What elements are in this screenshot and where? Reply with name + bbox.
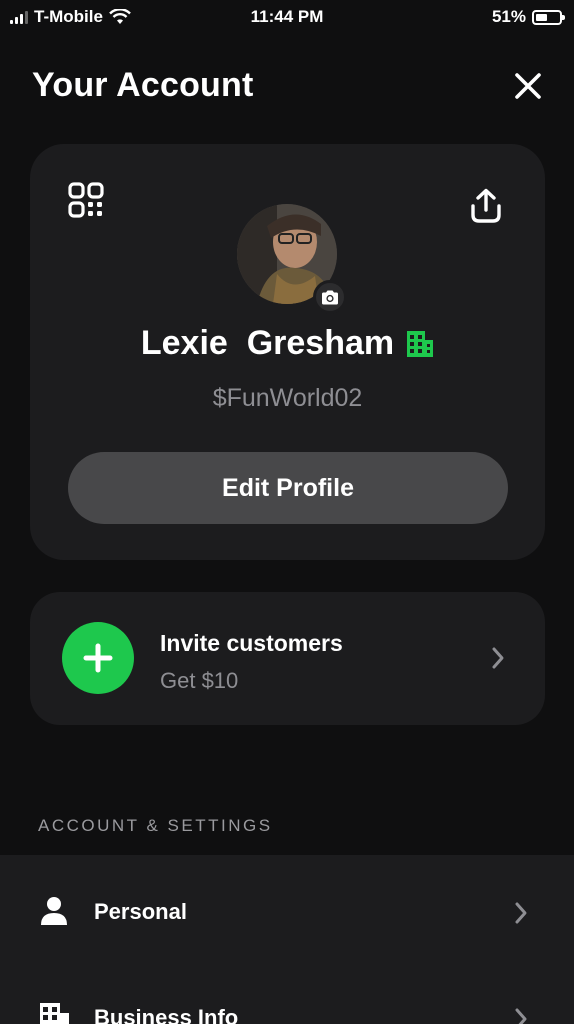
cashtag: $FunWorld02 xyxy=(212,384,363,412)
close-icon xyxy=(515,73,541,99)
profile-card: Lexie Gresham $FunWorld02 Edit Profile xyxy=(30,144,545,560)
battery-fill xyxy=(536,13,548,21)
invite-customers-card[interactable]: Invite customers Get $10 xyxy=(30,592,545,725)
profile-name-row: Lexie Gresham xyxy=(30,324,545,363)
settings-list: Personal Business Info xyxy=(0,855,574,1024)
settings-item-personal[interactable]: Personal xyxy=(0,855,574,967)
status-right: 51% xyxy=(491,7,565,27)
share-icon xyxy=(471,188,501,223)
business-building-icon xyxy=(407,330,434,357)
status-time: 11:44 PM xyxy=(250,7,324,26)
invite-title: Invite customers xyxy=(160,630,343,656)
chevron-right-icon xyxy=(515,902,527,924)
chevron-right-icon xyxy=(515,1008,527,1024)
status-bar: T-Mobile 11:44 PM 51% xyxy=(0,0,574,34)
chevron-right-icon xyxy=(492,647,504,669)
section-label-account-settings: ACCOUNT & SETTINGS xyxy=(38,816,273,835)
edit-profile-button[interactable]: Edit Profile xyxy=(68,452,508,524)
close-button[interactable] xyxy=(510,68,546,104)
qr-code-button[interactable] xyxy=(68,182,104,218)
settings-item-business-info[interactable]: Business Info xyxy=(0,961,574,1024)
change-photo-button[interactable] xyxy=(313,280,347,314)
settings-item-label: Personal xyxy=(94,899,187,924)
profile-name: Lexie Gresham xyxy=(140,324,395,362)
invite-plus-badge xyxy=(62,622,134,694)
share-button[interactable] xyxy=(469,188,503,224)
page-title: Your Account xyxy=(32,66,254,104)
business-building-icon xyxy=(40,1003,69,1024)
camera-icon xyxy=(322,290,338,304)
qr-code-icon xyxy=(68,182,104,218)
invite-subtitle: Get $10 xyxy=(160,668,239,693)
avatar-container xyxy=(237,204,347,314)
battery-icon xyxy=(532,9,565,25)
plus-icon xyxy=(83,643,113,673)
person-icon xyxy=(41,897,67,925)
battery-percentage: 51% xyxy=(491,7,526,26)
settings-item-label: Business Info xyxy=(94,1005,239,1024)
